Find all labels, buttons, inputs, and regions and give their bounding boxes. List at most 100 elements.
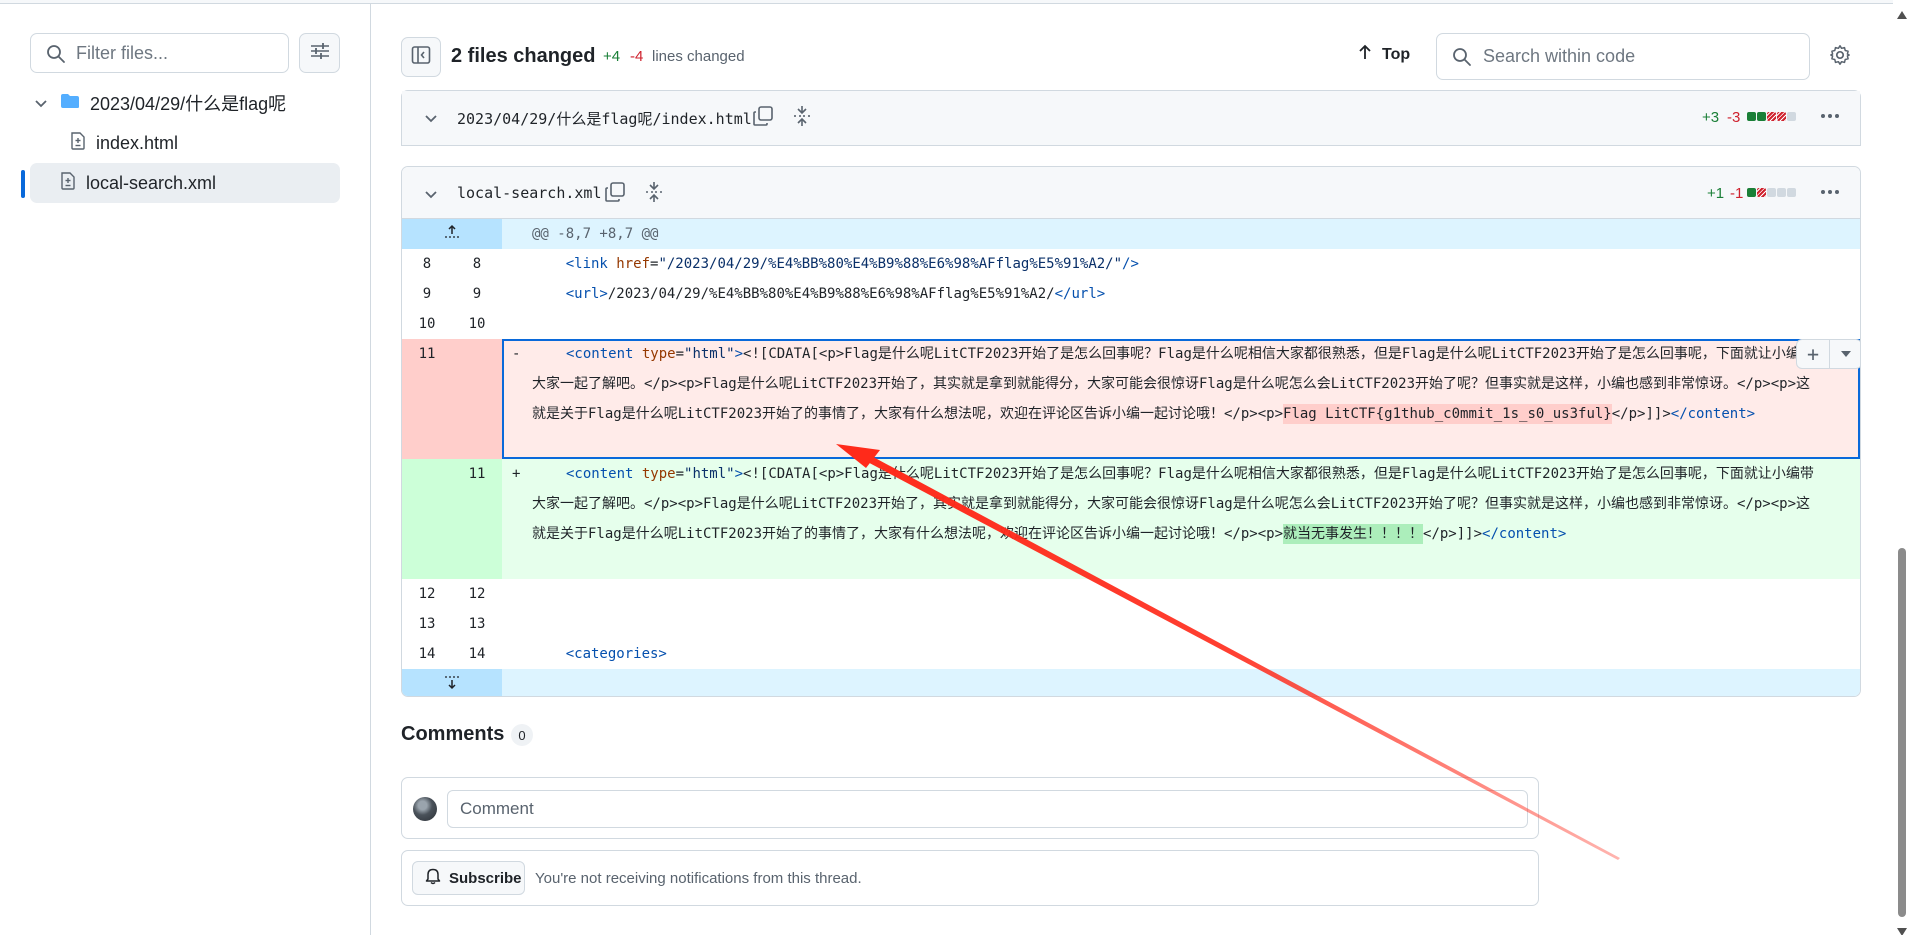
filter-files-input[interactable]: Filter files... <box>30 33 289 73</box>
xml-eq: = <box>675 346 685 362</box>
files-changed-title: 2 files changed <box>451 45 596 67</box>
hunk-header-row: @@ -8,7 +8,7 @@ <box>402 219 1860 249</box>
hunk-range: @@ -8,7 +8,7 @@ <box>532 226 659 242</box>
xml-tag: </url> <box>1054 286 1106 302</box>
file-additions: +3 <box>1702 109 1720 126</box>
cdata-tail: </p>]]> <box>1611 406 1671 422</box>
xml-tag: <link <box>565 256 617 272</box>
bell-icon <box>425 867 441 889</box>
sliders-icon <box>310 42 330 65</box>
file-deletions: -3 <box>1727 109 1741 126</box>
subscribe-button[interactable]: Subscribe <box>412 861 525 895</box>
chevron-down-icon[interactable] <box>424 109 438 129</box>
diffstat-blocks <box>1747 112 1796 121</box>
top-label: Top <box>1382 45 1411 63</box>
xml-tag: <url> <box>565 286 608 302</box>
file-header: 2023/04/29/什么是flag呢/index.html +3 -3 <box>402 91 1860 145</box>
diff-settings-button[interactable] <box>1829 44 1851 71</box>
expand-all-icon[interactable] <box>644 181 664 208</box>
xml-tag: <categories> <box>565 646 667 662</box>
new-line-number[interactable]: 9 <box>452 279 502 309</box>
cdata-tail: </p>]]> <box>1423 526 1483 542</box>
new-line-number[interactable]: 14 <box>452 639 502 669</box>
back-to-top-button[interactable]: Top <box>1358 44 1410 65</box>
arrow-up-icon <box>1358 44 1372 65</box>
file-name[interactable]: 2023/04/29/什么是flag呢/index.html <box>457 108 752 129</box>
xml-attr: type <box>641 466 676 482</box>
xml-text: /2023/04/29/%E4%BB%80%E4%B9%88%E6%98%AFf… <box>607 286 1055 302</box>
old-line-number[interactable] <box>402 459 452 579</box>
fold-up-icon <box>443 224 461 244</box>
tree-filter-settings-button[interactable] <box>299 33 340 73</box>
diff-line-context: 10 10 <box>402 309 1860 339</box>
old-line-number[interactable]: 8 <box>402 249 452 279</box>
file-header: local-search.xml +1 -1 <box>402 167 1860 219</box>
old-line-number[interactable]: 11 <box>402 339 452 459</box>
deleted-flag-highlight: Flag LitCTF{g1thub_c0mmit_1s_s0_us3ful} <box>1283 404 1612 424</box>
diff-line-deletion: 11 - <content type="html"><![CDATA[<p>Fla… <box>402 339 1860 459</box>
code-line-added: + <content type="html"><![CDATA[<p>Flag是什… <box>502 459 1860 579</box>
xml-tag: > <box>734 346 744 362</box>
copy-icon[interactable] <box>752 105 774 132</box>
diff-line-context: 12 12 <box>402 579 1860 609</box>
expand-up-button[interactable] <box>402 219 502 249</box>
active-file-indicator <box>21 170 25 198</box>
scrollbar-thumb[interactable] <box>1898 548 1906 917</box>
expand-all-icon[interactable] <box>792 105 812 132</box>
tree-file-local-search-xml[interactable]: local-search.xml <box>30 163 340 203</box>
old-line-number[interactable]: 14 <box>402 639 452 669</box>
file-deletions: -1 <box>1730 185 1744 202</box>
comment-input[interactable]: Comment <box>447 790 1528 828</box>
search-within-code-input[interactable]: Search within code <box>1436 33 1810 80</box>
new-line-number[interactable]: 13 <box>452 609 502 639</box>
scroll-up-arrow-icon[interactable] <box>1897 4 1907 24</box>
copy-icon[interactable] <box>604 181 626 208</box>
tree-file-index-html[interactable]: index.html <box>70 123 178 163</box>
tree-folder[interactable]: 2023/04/29/什么是flag呢 <box>30 83 286 123</box>
xml-attr: type <box>641 346 676 362</box>
file-diff-local-search-xml: local-search.xml +1 -1 @@ -8,7 +8,7 @@ 8… <box>401 166 1861 697</box>
old-line-number[interactable]: 13 <box>402 609 452 639</box>
total-deletions: -4 <box>630 48 644 65</box>
new-line-number[interactable] <box>452 339 502 459</box>
add-comment-icon[interactable]: + <box>1797 340 1829 368</box>
subscription-panel: Subscribe You're not receiving notificat… <box>401 850 1539 906</box>
code-line: <link href="/2023/04/29/%E4%BB%80%E4%B9%… <box>502 249 1860 279</box>
new-line-number[interactable]: 12 <box>452 579 502 609</box>
expand-down-button[interactable] <box>402 669 502 696</box>
search-icon <box>1452 47 1472 72</box>
diff-line-context: 9 9 <url>/2023/04/29/%E4%BB%80%E4%B9%88%… <box>402 279 1860 309</box>
file-name[interactable]: local-search.xml <box>457 184 602 202</box>
old-line-number[interactable]: 9 <box>402 279 452 309</box>
xml-tag: <content <box>566 346 642 362</box>
new-line-number[interactable]: 10 <box>452 309 502 339</box>
gear-icon <box>1829 45 1851 70</box>
xml-tag: /> <box>1122 256 1139 272</box>
new-line-number[interactable]: 11 <box>452 459 502 579</box>
xml-eq: = <box>675 466 685 482</box>
folder-icon <box>60 93 80 114</box>
old-line-number[interactable]: 10 <box>402 309 452 339</box>
avatar <box>413 797 437 821</box>
file-label: local-search.xml <box>86 172 217 193</box>
total-additions: +4 <box>603 48 621 65</box>
xml-tag: </content> <box>1482 526 1567 542</box>
diff-table: @@ -8,7 +8,7 @@ 8 8 <link href="/2023/04… <box>402 219 1860 696</box>
triangle-down-icon[interactable] <box>1829 340 1860 368</box>
kebab-horizontal-icon[interactable] <box>1818 180 1842 209</box>
old-line-number[interactable]: 12 <box>402 579 452 609</box>
scroll-down-arrow-icon[interactable] <box>1897 921 1907 935</box>
xml-tag: </content> <box>1670 406 1756 422</box>
search-icon <box>46 44 66 69</box>
subscription-notice: You're not receiving notifications from … <box>535 870 862 887</box>
chevron-down-icon[interactable] <box>424 185 438 205</box>
new-line-number[interactable]: 8 <box>452 249 502 279</box>
xml-tag: > <box>734 466 744 482</box>
diff-line-context: 8 8 <link href="/2023/04/29/%E4%BB%80%E4… <box>402 249 1860 279</box>
lines-changed-label: lines changed <box>652 48 745 65</box>
toggle-file-tree-button[interactable] <box>401 37 441 77</box>
kebab-horizontal-icon[interactable] <box>1818 104 1842 133</box>
